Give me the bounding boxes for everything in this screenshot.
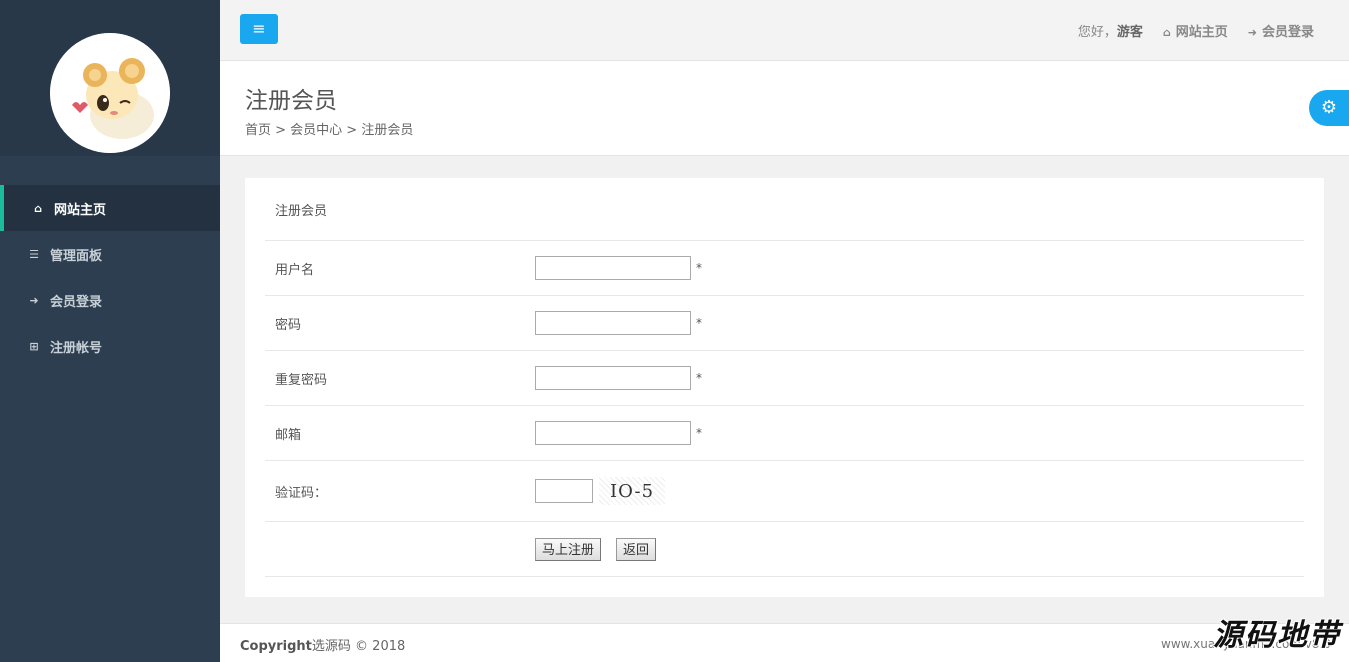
sign-in-icon: ➜ bbox=[1247, 26, 1257, 39]
copyright-bold: Copyright bbox=[240, 639, 312, 654]
sidebar: ⌂ 网站主页 ☰ 管理面板 ➜ 会员登录 ⊞ 注册帐号 bbox=[0, 0, 220, 662]
greeting-text: 您好， bbox=[1077, 25, 1117, 40]
password-label: 密码 bbox=[275, 317, 302, 333]
gear-icon: ⚙ bbox=[1320, 97, 1338, 118]
home-icon: ⌂ bbox=[34, 201, 42, 215]
required-mark: * bbox=[696, 261, 702, 275]
avatar[interactable] bbox=[50, 33, 170, 153]
username-row: 用户名 * bbox=[265, 241, 1304, 296]
avatar-area bbox=[0, 0, 220, 156]
settings-button[interactable]: ⚙ bbox=[1309, 90, 1349, 126]
required-mark: * bbox=[696, 426, 702, 440]
sidebar-item-login[interactable]: ➜ 会员登录 bbox=[0, 277, 220, 323]
sheep-mascot-icon bbox=[50, 33, 170, 153]
footer: Copyright选源码 © 2018 www.xuanyuanma.com v… bbox=[220, 623, 1349, 662]
breadcrumb[interactable]: 首页 > 会员中心 > 注册会员 bbox=[245, 119, 413, 138]
page-header: 注册会员 首页 > 会员中心 > 注册会员 ⚙ bbox=[220, 61, 1349, 156]
greeting: 您好，游客 bbox=[1078, 21, 1143, 40]
top-link-label: 会员登录 bbox=[1261, 25, 1314, 40]
top-nav: 您好，游客 ⌂ 网站主页 ➜ 会员登录 bbox=[1078, 0, 1314, 61]
sidebar-item-admin-panel[interactable]: ☰ 管理面板 bbox=[0, 231, 220, 277]
form-title: 注册会员 bbox=[275, 203, 328, 219]
required-mark: * bbox=[696, 316, 702, 330]
password-row: 密码 * bbox=[265, 296, 1304, 351]
sidebar-item-label: 管理面板 bbox=[50, 248, 103, 264]
form-title-row: 注册会员 bbox=[265, 178, 1304, 241]
copyright: Copyright选源码 © 2018 bbox=[240, 635, 405, 654]
page-title: 注册会员 bbox=[245, 88, 337, 114]
sidebar-item-label: 注册帐号 bbox=[50, 340, 103, 356]
sidebar-nav: ⌂ 网站主页 ☰ 管理面板 ➜ 会员登录 ⊞ 注册帐号 bbox=[0, 185, 220, 369]
sidebar-item-register[interactable]: ⊞ 注册帐号 bbox=[0, 323, 220, 369]
email-input[interactable] bbox=[535, 421, 691, 445]
repeat-password-label: 重复密码 bbox=[275, 372, 328, 388]
top-bar: ≡ 您好，游客 ⌂ 网站主页 ➜ 会员登录 bbox=[220, 0, 1349, 61]
top-link-label: 网站主页 bbox=[1175, 25, 1228, 40]
captcha-input[interactable] bbox=[535, 479, 593, 503]
list-icon: ☰ bbox=[29, 247, 39, 261]
username-text: 游客 bbox=[1116, 25, 1143, 40]
actions-row: 马上注册 返回 bbox=[265, 522, 1304, 577]
top-link-login[interactable]: ➜ 会员登录 bbox=[1248, 21, 1314, 40]
repeat-password-row: 重复密码 * bbox=[265, 351, 1304, 406]
username-input[interactable] bbox=[535, 256, 691, 280]
home-icon: ⌂ bbox=[1162, 26, 1171, 39]
password-input[interactable] bbox=[535, 311, 691, 335]
sidebar-item-label: 会员登录 bbox=[50, 294, 103, 310]
captcha-row: 验证码： IO-5 bbox=[265, 461, 1304, 522]
username-label: 用户名 bbox=[275, 262, 315, 278]
plus-square-icon: ⊞ bbox=[29, 339, 39, 353]
copyright-text: 选源码 © 2018 bbox=[311, 639, 406, 654]
email-label: 邮箱 bbox=[275, 427, 302, 443]
captcha-label: 验证码： bbox=[275, 485, 328, 501]
required-mark: * bbox=[696, 371, 702, 385]
email-row: 邮箱 * bbox=[265, 406, 1304, 461]
repeat-password-input[interactable] bbox=[535, 366, 691, 390]
submit-register-button[interactable]: 马上注册 bbox=[535, 537, 602, 561]
captcha-image[interactable]: IO-5 bbox=[599, 477, 665, 505]
back-button[interactable]: 返回 bbox=[616, 537, 657, 561]
menu-toggle-button[interactable]: ≡ bbox=[240, 14, 278, 44]
sidebar-item-home[interactable]: ⌂ 网站主页 bbox=[0, 185, 220, 231]
sign-in-icon: ➜ bbox=[29, 293, 39, 307]
top-link-home[interactable]: ⌂ 网站主页 bbox=[1163, 21, 1228, 40]
sidebar-item-label: 网站主页 bbox=[54, 202, 107, 218]
hamburger-icon: ≡ bbox=[252, 19, 266, 38]
watermark: 源码地带 bbox=[1213, 618, 1341, 653]
register-form: 注册会员 用户名 * 密码 * 重复密码 * 邮箱 * 验证码： IO-5 马上… bbox=[245, 178, 1324, 597]
